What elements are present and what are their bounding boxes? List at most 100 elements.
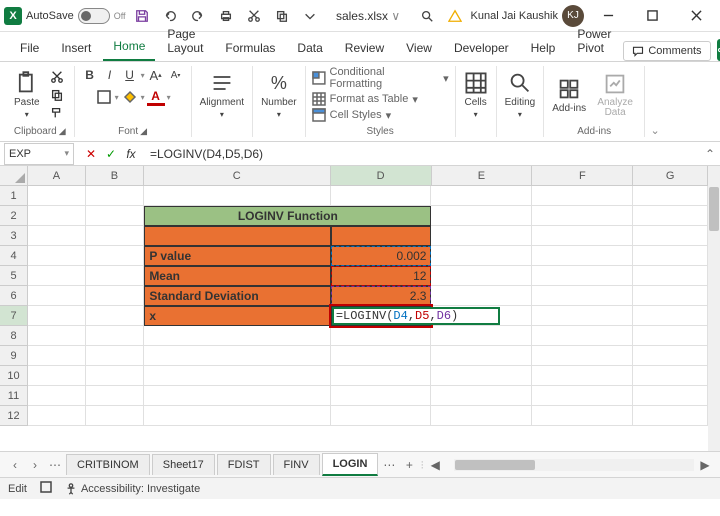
col-header-e[interactable]: E (432, 166, 533, 186)
warning-icon[interactable] (443, 4, 467, 28)
row-headers[interactable]: 1 2 3 4 5 6 7 8 9 10 11 12 (0, 186, 28, 426)
macros-icon[interactable] (39, 480, 53, 497)
row-header[interactable]: 5 (0, 266, 28, 286)
filename-label[interactable]: sales.xlsx ∨ (326, 9, 411, 23)
name-box[interactable]: EXP ▾ (4, 143, 74, 165)
tab-review[interactable]: Review (335, 35, 394, 61)
cancel-formula-button[interactable]: ✕ (82, 145, 100, 163)
label-cell[interactable]: Mean (144, 266, 330, 286)
col-header-d[interactable]: D (331, 166, 432, 186)
tab-file[interactable]: File (10, 35, 49, 61)
search-icon[interactable] (415, 4, 439, 28)
sheet-nav-more-icon[interactable]: ⋯ (46, 456, 64, 474)
tab-formulas[interactable]: Formulas (215, 35, 285, 61)
value-cell[interactable]: 12 (331, 266, 432, 286)
underline-button[interactable]: U (121, 66, 139, 84)
format-as-table-button[interactable]: Format as Table ▾ (312, 92, 418, 106)
autosave-toggle[interactable]: AutoSave Off (26, 8, 126, 24)
fill-color-button[interactable] (121, 88, 139, 106)
formula-input[interactable]: =LOGINV(D4,D5,D6) (144, 147, 700, 161)
cells-button[interactable]: Cells ▾ (462, 69, 490, 121)
accessibility-status[interactable]: Accessibility: Investigate (65, 483, 200, 495)
copy-button[interactable] (46, 87, 68, 103)
sheet-nav-next-icon[interactable]: › (26, 456, 44, 474)
tab-developer[interactable]: Developer (444, 35, 519, 61)
cut-icon[interactable] (242, 4, 266, 28)
vertical-scrollbar[interactable] (708, 166, 720, 451)
sheets-overflow-icon[interactable]: ⋯ (380, 456, 398, 474)
bold-button[interactable]: B (81, 66, 99, 84)
row-header[interactable]: 8 (0, 326, 28, 346)
new-sheet-button[interactable]: + (400, 456, 418, 474)
paste-button[interactable]: Paste ▾ (12, 69, 42, 121)
editing-button[interactable]: Editing ▾ (503, 69, 538, 121)
sheet-tab[interactable]: CRITBINOM (66, 454, 150, 475)
sheet-tab-active[interactable]: LOGIN (322, 453, 379, 476)
format-painter-button[interactable] (46, 105, 68, 121)
tab-insert[interactable]: Insert (51, 35, 101, 61)
col-header-b[interactable]: B (86, 166, 144, 186)
col-header-g[interactable]: G (633, 166, 708, 186)
copy-icon[interactable] (270, 4, 294, 28)
border-button[interactable] (95, 88, 113, 106)
analyze-data-button[interactable]: Analyze Data (592, 70, 638, 120)
active-cell[interactable]: =LOGINV(D4,D5,D6) (331, 306, 431, 326)
tab-view[interactable]: View (396, 35, 442, 61)
launcher-icon[interactable]: ◢ (140, 126, 147, 137)
hscroll-right-icon[interactable]: ▶ (696, 456, 714, 474)
tab-page-layout[interactable]: Page Layout (157, 21, 213, 61)
expand-formula-bar-icon[interactable]: ⌃ (700, 147, 720, 161)
sheet-tab[interactable]: FDIST (217, 454, 271, 475)
row-header[interactable]: 6 (0, 286, 28, 306)
tab-help[interactable]: Help (521, 35, 566, 61)
hscroll-left-icon[interactable]: ◀ (426, 456, 444, 474)
fx-button[interactable]: fx (122, 145, 140, 163)
row-header[interactable]: 10 (0, 366, 28, 386)
sheet-nav-prev-icon[interactable]: ‹ (6, 456, 24, 474)
tab-power-pivot[interactable]: Power Pivot (567, 21, 621, 61)
enter-formula-button[interactable]: ✓ (102, 145, 120, 163)
tab-data[interactable]: Data (287, 35, 332, 61)
close-button[interactable] (676, 2, 716, 30)
title-cell[interactable]: LOGINV Function (144, 206, 431, 226)
comments-button[interactable]: Comments (623, 41, 710, 61)
cell[interactable] (331, 226, 432, 246)
row-header[interactable]: 7 (0, 306, 28, 326)
row-header[interactable]: 1 (0, 186, 28, 206)
value-cell[interactable]: 0.002 (331, 246, 432, 266)
alignment-button[interactable]: Alignment ▾ (198, 69, 246, 121)
col-header-a[interactable]: A (28, 166, 86, 186)
label-cell[interactable]: P value (144, 246, 330, 266)
label-cell[interactable]: Standard Deviation (144, 286, 330, 306)
ribbon-collapse-icon[interactable]: ⌄ (645, 66, 665, 137)
sheet-tab[interactable]: FINV (273, 454, 320, 475)
save-icon[interactable] (130, 4, 154, 28)
launcher-icon[interactable]: ◢ (59, 126, 66, 137)
decrease-font-button[interactable]: A▾ (167, 66, 185, 84)
value-cell[interactable]: 2.3 (331, 286, 432, 306)
addins-button[interactable]: Add-ins (550, 75, 588, 116)
row-header[interactable]: 4 (0, 246, 28, 266)
italic-button[interactable]: I (101, 66, 119, 84)
row-header[interactable]: 2 (0, 206, 28, 226)
increase-font-button[interactable]: A▴ (147, 66, 165, 84)
tab-home[interactable]: Home (103, 33, 155, 61)
font-color-button[interactable]: A (147, 88, 165, 106)
row-header[interactable]: 3 (0, 226, 28, 246)
cell[interactable] (144, 226, 330, 246)
conditional-formatting-button[interactable]: Conditional Formatting ▾ (312, 66, 449, 90)
column-headers[interactable]: A B C D E F G (28, 166, 708, 186)
print-icon[interactable] (214, 4, 238, 28)
share-button[interactable] (717, 39, 720, 61)
cell-styles-button[interactable]: Cell Styles ▾ (312, 108, 392, 122)
cut-button[interactable] (46, 69, 68, 85)
row-header[interactable]: 9 (0, 346, 28, 366)
sheet-tab[interactable]: Sheet17 (152, 454, 215, 475)
row-header[interactable]: 11 (0, 386, 28, 406)
col-header-c[interactable]: C (144, 166, 331, 186)
col-header-f[interactable]: F (532, 166, 633, 186)
spreadsheet-grid[interactable]: A B C D E F G 1 2 3 4 5 6 7 8 9 10 11 12… (0, 166, 720, 451)
select-all-button[interactable] (0, 166, 28, 186)
toggle-switch-icon[interactable] (78, 8, 110, 24)
maximize-button[interactable] (632, 2, 672, 30)
